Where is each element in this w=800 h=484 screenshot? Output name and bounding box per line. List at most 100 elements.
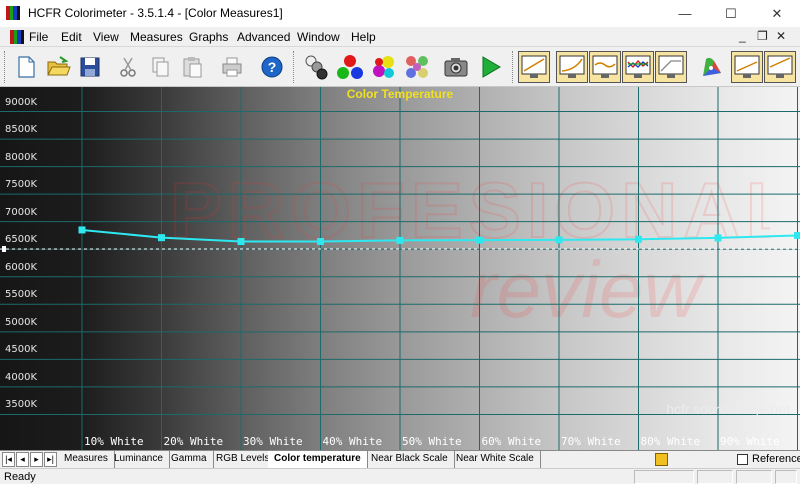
reference-checkbox[interactable]: [737, 454, 748, 465]
toolbar-grip[interactable]: [4, 51, 7, 83]
status-bar: Ready: [0, 468, 800, 484]
new-document-icon[interactable]: [12, 53, 40, 81]
tab-luminance[interactable]: Luminance: [108, 451, 170, 468]
smiley-icon: [655, 453, 668, 466]
status-pane-3: [736, 470, 772, 484]
tab-gamma[interactable]: Gamma: [165, 451, 214, 468]
color-temperature-graph-icon[interactable]: [622, 51, 654, 83]
tab-measures[interactable]: Measures: [58, 451, 115, 468]
y-tick-label: 7000K: [5, 206, 38, 218]
x-tick-label: 30% White: [243, 435, 303, 448]
x-tick-label: 40% White: [322, 435, 383, 448]
watermark-url: hcfr.sourceforge.net: [666, 401, 790, 417]
status-pane-4: [775, 470, 797, 484]
paste-icon[interactable]: [178, 53, 206, 81]
near-white-graph-icon[interactable]: [764, 51, 796, 83]
spectrum-graph-icon[interactable]: [655, 51, 687, 83]
toolbar-grip-3[interactable]: [512, 51, 515, 83]
x-tick-label: 90% White: [720, 435, 780, 448]
data-point: [476, 236, 483, 244]
document-logo-icon[interactable]: [10, 30, 24, 44]
tab-color-temperature[interactable]: Color temperature: [268, 451, 368, 468]
svg-text:?: ?: [268, 59, 277, 75]
app-logo-icon: [6, 6, 20, 20]
mdi-close-button[interactable]: ✕: [776, 29, 786, 43]
open-folder-icon[interactable]: [44, 53, 72, 81]
secondary-spheres-icon[interactable]: [370, 53, 398, 81]
gamma-graph-icon[interactable]: [556, 51, 588, 83]
status-text: Ready: [4, 471, 36, 483]
menu-view[interactable]: View: [93, 30, 119, 44]
y-tick-label: 5000K: [5, 316, 38, 328]
x-tick-label: 50% White: [402, 435, 462, 448]
y-tick-label: 9000K: [5, 96, 38, 108]
title-bar: HCFR Colorimeter - 3.5.1.4 - [Color Meas…: [0, 0, 800, 27]
color-temperature-graph[interactable]: PROFESIONAL review Color Temperature 900…: [0, 87, 800, 450]
tab-last-button[interactable]: ▸|: [44, 452, 57, 467]
toolbar: ?: [0, 47, 800, 87]
grayscale-spheres-icon[interactable]: [302, 53, 330, 81]
rgb-levels-graph-icon[interactable]: [589, 51, 621, 83]
print-icon[interactable]: [218, 53, 246, 81]
x-tick-label: 70% White: [561, 435, 621, 448]
camera-icon[interactable]: [442, 53, 470, 81]
menu-window[interactable]: Window: [297, 30, 340, 44]
tab-prev-button[interactable]: ◂: [16, 452, 29, 467]
chart-title: Color Temperature: [346, 87, 454, 101]
status-pane-1: [634, 470, 694, 484]
tab-strip: |◂ ◂ ▸ ▸| Measures Luminance Gamma RGB L…: [0, 450, 800, 468]
copy-icon[interactable]: [146, 53, 174, 81]
y-tick-label: 7500K: [5, 179, 38, 191]
y-tick-label: 8000K: [5, 151, 38, 163]
data-point: [714, 234, 722, 242]
tab-near-white-scale[interactable]: Near White Scale: [450, 451, 541, 468]
menu-advanced[interactable]: Advanced: [237, 30, 290, 44]
maximize-button[interactable]: ☐: [708, 0, 754, 27]
y-tick-label: 3500K: [5, 399, 38, 411]
window-title: HCFR Colorimeter - 3.5.1.4 - [Color Meas…: [28, 6, 283, 20]
data-point: [635, 235, 642, 243]
save-disk-icon[interactable]: [76, 53, 104, 81]
data-point: [78, 226, 86, 234]
near-black-graph-icon[interactable]: [731, 51, 763, 83]
data-point: [317, 238, 324, 246]
data-point: [396, 236, 404, 244]
data-point: [237, 238, 245, 246]
mdi-restore-button[interactable]: ❐: [757, 29, 768, 43]
mdi-minimize-button[interactable]: _: [739, 29, 746, 43]
menu-bar: File Edit View Measures Graphs Advanced …: [0, 27, 800, 47]
cut-icon[interactable]: [114, 53, 142, 81]
y-tick-label: 5500K: [5, 289, 38, 301]
y-tick-label: 4500K: [5, 344, 38, 356]
data-point: [158, 234, 165, 242]
minimize-button[interactable]: —: [662, 0, 708, 27]
menu-help[interactable]: Help: [351, 30, 376, 44]
data-point: [794, 231, 800, 239]
menu-measures[interactable]: Measures: [130, 30, 183, 44]
tab-near-black-scale[interactable]: Near Black Scale: [365, 451, 455, 468]
tab-next-button[interactable]: ▸: [30, 452, 43, 467]
menu-file[interactable]: File: [29, 30, 48, 44]
y-tick-label: 8500K: [5, 124, 38, 136]
y-tick-label: 6500K: [5, 234, 38, 246]
series-line: [81, 228, 798, 243]
menu-edit[interactable]: Edit: [61, 30, 82, 44]
cie-chart-icon[interactable]: [697, 53, 725, 81]
menu-graphs[interactable]: Graphs: [189, 30, 228, 44]
plot-area: [0, 87, 800, 450]
luminance-graph-icon[interactable]: [518, 51, 550, 83]
y-tick-label: 6000K: [5, 261, 38, 273]
saturation-spheres-icon[interactable]: [403, 53, 431, 81]
toolbar-grip-2[interactable]: [293, 51, 296, 83]
close-button[interactable]: ✕: [754, 0, 800, 27]
x-tick-label: 80% White: [640, 435, 701, 448]
rgb-spheres-icon[interactable]: [336, 53, 364, 81]
help-icon[interactable]: ?: [258, 53, 286, 81]
status-pane-2: [697, 470, 733, 484]
x-tick-label: 20% White: [163, 435, 224, 448]
reference-marker: [2, 246, 6, 253]
tab-rgb-levels[interactable]: RGB Levels: [210, 451, 277, 468]
play-icon[interactable]: [476, 53, 504, 81]
tab-first-button[interactable]: |◂: [2, 452, 15, 467]
y-tick-label: 4000K: [5, 371, 38, 383]
